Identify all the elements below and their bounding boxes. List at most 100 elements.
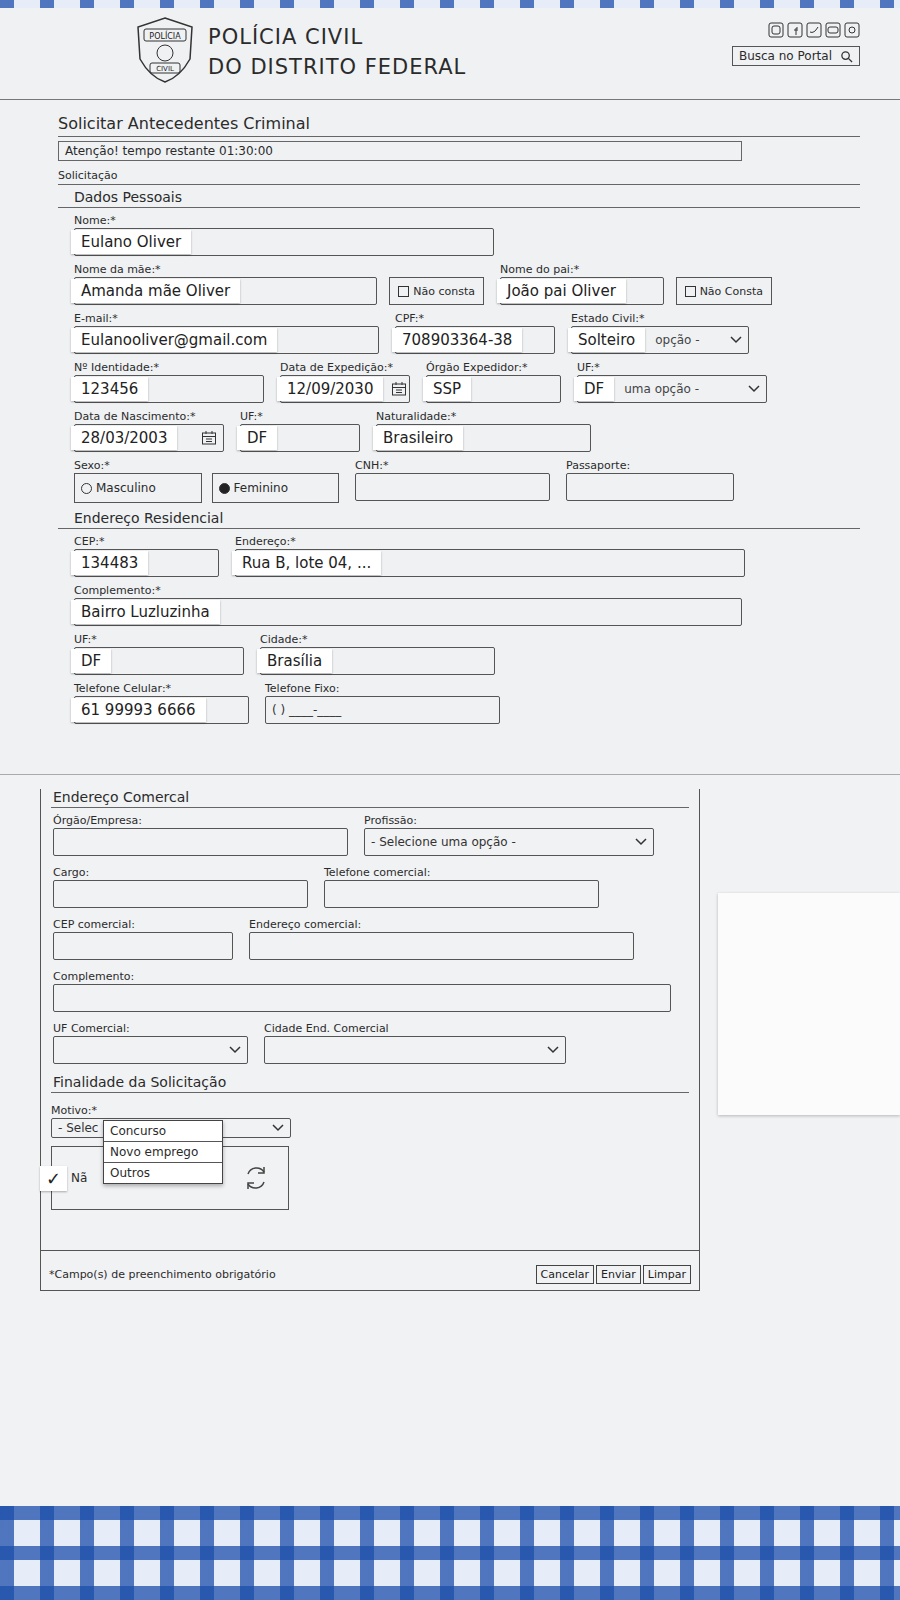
section-heading: Endereço Residencial (58, 510, 860, 529)
field-label: CEP comercial: (53, 918, 233, 932)
captcha-checkbox[interactable]: ✓ (40, 1166, 67, 1191)
form-field: Nome da mãe:*Amanda mãe OliverNão consta (74, 263, 484, 305)
input-field[interactable]: Rua B, lote 04, ... (235, 549, 745, 577)
field-label: Telefone comercial: (324, 866, 599, 880)
radio-icon[interactable] (219, 483, 230, 494)
form-field: CPF:*708903364-38 (395, 312, 555, 354)
form-row: UF Comercial:Cidade End. Comercial (53, 1022, 689, 1064)
input-field[interactable] (53, 932, 233, 960)
field-value: 61 99993 6666 (71, 698, 206, 722)
input-field[interactable] (264, 1036, 566, 1064)
dropdown-option[interactable]: Concurso (104, 1121, 222, 1142)
input-field[interactable]: DFuma opção - (577, 375, 767, 403)
form-field: Complemento:*Bairro Luzluzinha (74, 584, 742, 626)
form-row: Sexo:*MasculinoFemininoCNH:*Passaporte: (74, 459, 860, 503)
input-field[interactable]: Eulano Oliver (74, 228, 494, 256)
form-field: Telefone Celular:*61 99993 6666 (74, 682, 249, 724)
radio-icon[interactable] (81, 483, 92, 494)
not-listed-checkbox[interactable]: Não consta (389, 277, 484, 305)
commercial-sheet: Endereço ComercalÓrgão/Empresa:Profissão… (0, 774, 900, 1506)
chevron-down-icon[interactable] (547, 1046, 559, 1054)
input-field[interactable]: Brasileiro (376, 424, 591, 452)
facebook-icon[interactable] (787, 22, 803, 38)
form-row: Nº Identidade:*123456Data de Expedição:*… (74, 361, 860, 403)
form-field: CEP comercial: (53, 918, 233, 960)
calendar-icon[interactable] (201, 430, 217, 446)
required-note: *Campo(s) de preenchimento obrigatório (49, 1268, 276, 1281)
field-value: 28/03/2003 (71, 426, 177, 450)
tablecloth: POLÍCIACIVILPOLÍCIA CIVILDO DISTRITO FED… (0, 0, 900, 1600)
input-field[interactable]: 708903364-38 (395, 326, 555, 354)
calendar-icon[interactable] (391, 381, 407, 397)
social-links (768, 22, 860, 38)
radio-option[interactable]: Masculino (74, 473, 202, 503)
page-title: Solicitar Antecedentes Criminal (58, 114, 860, 137)
input-field[interactable]: 123456 (74, 375, 264, 403)
input-field[interactable] (53, 984, 671, 1012)
dropdown-option[interactable]: Outros (104, 1163, 222, 1183)
field-value: 123456 (71, 377, 148, 401)
input-field[interactable] (355, 473, 550, 501)
personal-data-sheet: Solicitar Antecedentes Criminal Atenção! … (0, 100, 900, 724)
chevron-down-icon[interactable] (272, 1124, 284, 1132)
form-button[interactable]: Limpar (643, 1265, 691, 1284)
field-value: Brasileiro (373, 426, 463, 450)
timer-notice: Atenção! tempo restante 01:30:00 (58, 141, 742, 161)
chevron-down-icon[interactable] (229, 1046, 241, 1054)
input-field[interactable]: - Selecione uma opção - (364, 828, 654, 856)
input-field[interactable] (53, 828, 348, 856)
youtube-icon[interactable] (825, 22, 841, 38)
form-field: Telefone comercial: (324, 866, 599, 908)
input-field[interactable]: 12/09/2030 (280, 375, 410, 403)
form-row: Nome:*Eulano Oliver (74, 214, 860, 256)
input-field[interactable] (53, 880, 308, 908)
form-field: Passaporte: (566, 459, 734, 503)
input-field[interactable]: 61 99993 6666 (74, 696, 249, 724)
input-field[interactable]: SSP (426, 375, 561, 403)
share-icon[interactable] (844, 22, 860, 38)
twitter-icon[interactable] (806, 22, 822, 38)
input-field[interactable]: ( ) ____-____ (265, 696, 500, 724)
field-label: Naturalidade:* (376, 410, 591, 424)
field-value: 134483 (71, 551, 148, 575)
input-field[interactable]: 134483 (74, 549, 219, 577)
field-value: Eulano Oliver (71, 230, 191, 254)
input-field[interactable] (566, 473, 734, 501)
form-row: E-mail:*Eulanooliver@gmail.comCPF:*70890… (74, 312, 860, 354)
input-field[interactable]: DF (74, 647, 244, 675)
field-label: Sexo:* (74, 459, 339, 473)
not-listed-checkbox[interactable]: Não Consta (676, 277, 772, 305)
form-field: Data de Nascimento:*28/03/2003 (74, 410, 224, 452)
input-field[interactable] (324, 880, 599, 908)
input-field[interactable]: DF (240, 424, 360, 452)
input-field[interactable]: Eulanooliver@gmail.com (74, 326, 379, 354)
field-label: Telefone Fixo: (265, 682, 500, 696)
form-field: UF Comercial: (53, 1022, 248, 1064)
input-field[interactable] (249, 932, 634, 960)
input-field[interactable]: Bairro Luzluzinha (74, 598, 742, 626)
form-field: Naturalidade:* Brasileiro (376, 410, 591, 452)
form-button[interactable]: Enviar (596, 1265, 641, 1284)
commercial-panel: Endereço ComercalÓrgão/Empresa:Profissão… (40, 789, 700, 1291)
form-button[interactable]: Cancelar (536, 1265, 595, 1284)
input-field[interactable]: Solteiroopção - (571, 326, 749, 354)
checkbox-icon[interactable] (685, 286, 696, 297)
input-field[interactable] (53, 1036, 248, 1064)
field-label: Cargo: (53, 866, 308, 880)
chevron-down-icon[interactable] (748, 385, 760, 393)
field-label: Órgão Expedidor:* (426, 361, 561, 375)
radio-option[interactable]: Feminino (212, 473, 340, 503)
portal-search[interactable]: Busca no Portal (732, 46, 860, 66)
dropdown-option[interactable]: Novo emprego (104, 1142, 222, 1163)
input-field[interactable]: 28/03/2003 (74, 424, 224, 452)
chevron-down-icon[interactable] (635, 838, 647, 846)
instagram-icon[interactable] (768, 22, 784, 38)
site-header: POLÍCIACIVILPOLÍCIA CIVILDO DISTRITO FED… (0, 8, 900, 100)
input-field[interactable]: Amanda mãe Oliver (74, 277, 377, 305)
checkbox-icon[interactable] (398, 286, 409, 297)
magnifier-icon[interactable] (840, 50, 853, 63)
field-label: UF:* (74, 633, 244, 647)
input-field[interactable]: Brasília (260, 647, 495, 675)
input-field[interactable]: João pai Oliver (500, 277, 664, 305)
chevron-down-icon[interactable] (730, 336, 742, 344)
